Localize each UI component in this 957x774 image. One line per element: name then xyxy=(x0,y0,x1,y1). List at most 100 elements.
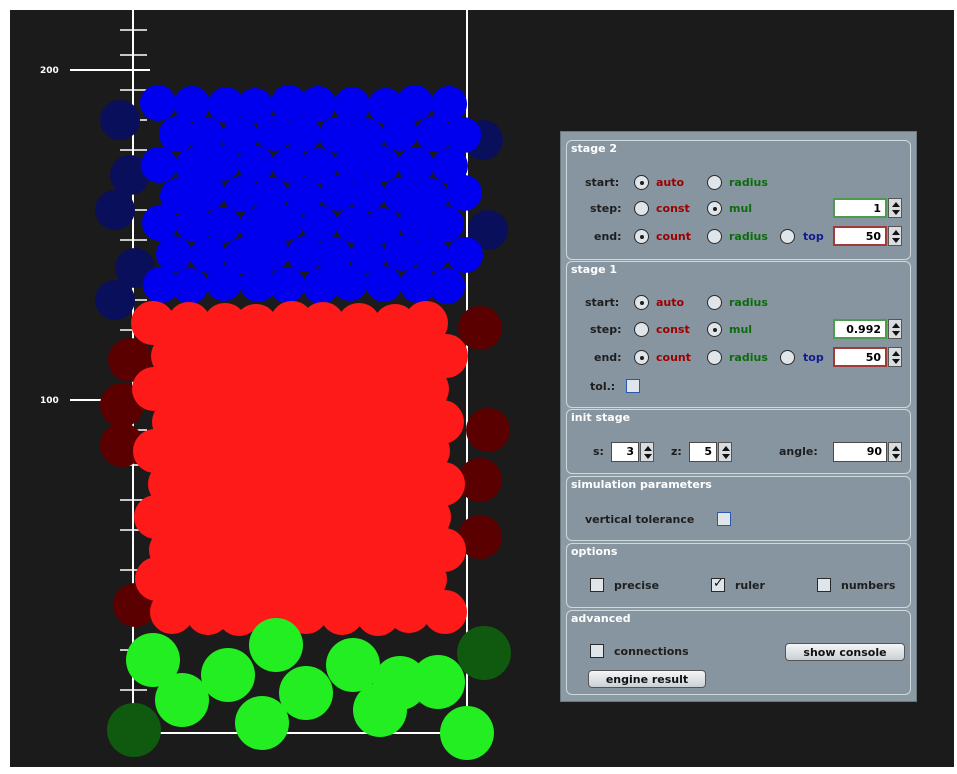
stage1-end-label: end: xyxy=(594,351,622,364)
ball-layer xyxy=(95,85,511,760)
stage1-end-count-label: count xyxy=(656,351,691,364)
init-stage-group: init stage s: 3 z: 5 angle: 90 xyxy=(566,409,911,474)
numbers-checkbox[interactable] xyxy=(817,578,831,592)
stage2-ball xyxy=(95,280,135,320)
stage2-start-auto-label: auto xyxy=(656,176,685,189)
advanced-group: advanced connections show console engine… xyxy=(566,610,911,695)
vertical-tolerance-label: vertical tolerance xyxy=(585,513,695,526)
stage1-end-count-radio[interactable] xyxy=(634,350,649,365)
numbers-label: numbers xyxy=(841,579,896,592)
spinner-arrows-icon[interactable] xyxy=(888,198,902,218)
ruler-tick-label: 100 xyxy=(40,396,59,406)
stage2-end-count-label: count xyxy=(656,230,691,243)
vertical-tolerance-checkbox[interactable] xyxy=(717,512,731,526)
stage2-ball xyxy=(189,175,225,211)
init-ball xyxy=(249,618,303,672)
options-title: options xyxy=(571,545,618,558)
init-z-label: z: xyxy=(671,445,682,458)
stage2-ball xyxy=(446,175,482,211)
simulation-parameters-group: simulation parameters vertical tolerance xyxy=(566,476,911,541)
init-stage-title: init stage xyxy=(571,411,631,424)
precise-label: precise xyxy=(614,579,660,592)
init-ball xyxy=(201,648,255,702)
stage1-step-input[interactable]: 0.992 xyxy=(833,319,902,339)
stage1-end-input[interactable]: 50 xyxy=(833,347,902,367)
spinner-arrows-icon[interactable] xyxy=(888,442,902,462)
init-ball xyxy=(107,703,161,757)
engine-result-button[interactable]: engine result xyxy=(588,670,706,688)
stage2-end-radius-radio[interactable] xyxy=(707,229,722,244)
stage1-step-value: 0.992 xyxy=(846,323,881,336)
stage1-title: stage 1 xyxy=(571,263,618,276)
init-z-value: 5 xyxy=(704,445,712,458)
stage2-start-radius-radio[interactable] xyxy=(707,175,722,190)
stage1-tol-checkbox[interactable] xyxy=(626,379,640,393)
advanced-title: advanced xyxy=(571,612,631,625)
spinner-arrows-icon[interactable] xyxy=(888,347,902,367)
stage2-ball xyxy=(429,268,465,304)
init-ball xyxy=(235,696,289,750)
stage1-ball xyxy=(458,306,502,350)
stage2-step-const-label: const xyxy=(656,202,690,215)
stage2-step-const-radio[interactable] xyxy=(634,201,649,216)
stage2-step-input[interactable]: 1 xyxy=(833,198,902,218)
init-s-input[interactable]: 3 xyxy=(611,442,654,462)
init-z-input[interactable]: 5 xyxy=(689,442,732,462)
stage2-step-mul-label: mul xyxy=(729,202,753,215)
init-ball xyxy=(279,666,333,720)
stage2-end-radius-label: radius xyxy=(729,230,768,243)
stage2-end-input[interactable]: 50 xyxy=(833,226,902,246)
stage1-start-radius-radio[interactable] xyxy=(707,295,722,310)
simulation-parameters-title: simulation parameters xyxy=(571,478,712,491)
stage2-end-count-radio[interactable] xyxy=(634,229,649,244)
init-s-value: 3 xyxy=(626,445,634,458)
stage2-ball xyxy=(140,85,176,121)
stage1-step-const-radio[interactable] xyxy=(634,322,649,337)
connections-label: connections xyxy=(614,645,689,658)
stage2-title: stage 2 xyxy=(571,142,618,155)
spinner-arrows-icon[interactable] xyxy=(888,319,902,339)
stage1-start-auto-radio[interactable] xyxy=(634,295,649,310)
stage2-ball xyxy=(100,100,140,140)
ruler-tick-label: 200 xyxy=(40,66,59,76)
stage1-tol-label: tol.: xyxy=(590,380,616,393)
stage1-group: stage 1 start: auto radius step: const m… xyxy=(566,261,911,408)
show-console-button[interactable]: show console xyxy=(785,643,905,661)
init-angle-label: angle: xyxy=(779,445,818,458)
stage2-end-label: end: xyxy=(594,230,622,243)
stage1-step-label: step: xyxy=(590,323,622,336)
stage2-ball xyxy=(447,237,483,273)
stage1-step-mul-radio[interactable] xyxy=(707,322,722,337)
stage2-ball xyxy=(285,116,321,152)
spinner-arrows-icon[interactable] xyxy=(718,442,732,462)
stage1-start-label: start: xyxy=(585,296,620,309)
connections-checkbox[interactable] xyxy=(590,644,604,658)
precise-checkbox[interactable] xyxy=(590,578,604,592)
stage2-start-label: start: xyxy=(585,176,620,189)
stage1-end-top-radio[interactable] xyxy=(780,350,795,365)
spinner-arrows-icon[interactable] xyxy=(640,442,654,462)
stage1-end-radius-radio[interactable] xyxy=(707,350,722,365)
stage2-end-top-radio[interactable] xyxy=(780,229,795,244)
stage2-ball xyxy=(445,117,481,153)
stage2-ball xyxy=(206,265,242,301)
stage2-ball xyxy=(156,236,192,272)
stage1-end-top-label: top xyxy=(803,351,824,364)
spinner-arrows-icon[interactable] xyxy=(888,226,902,246)
init-ball xyxy=(353,683,407,737)
stage1-start-radius-label: radius xyxy=(729,296,768,309)
stage2-step-label: step: xyxy=(590,202,622,215)
stage2-end-top-label: top xyxy=(803,230,824,243)
stage2-group: stage 2 start: auto radius step: const m… xyxy=(566,140,911,260)
stage2-step-mul-radio[interactable] xyxy=(707,201,722,216)
stage2-start-auto-radio[interactable] xyxy=(634,175,649,190)
init-ball xyxy=(155,673,209,727)
init-angle-value: 90 xyxy=(866,445,882,458)
stage1-step-const-label: const xyxy=(656,323,690,336)
settings-panel: stage 2 start: auto radius step: const m… xyxy=(560,131,917,702)
ruler-label: ruler xyxy=(735,579,765,592)
stage2-ball xyxy=(349,176,385,212)
stage1-end-radius-label: radius xyxy=(729,351,768,364)
ruler-checkbox[interactable] xyxy=(711,576,725,592)
init-angle-input[interactable]: 90 xyxy=(833,442,902,462)
